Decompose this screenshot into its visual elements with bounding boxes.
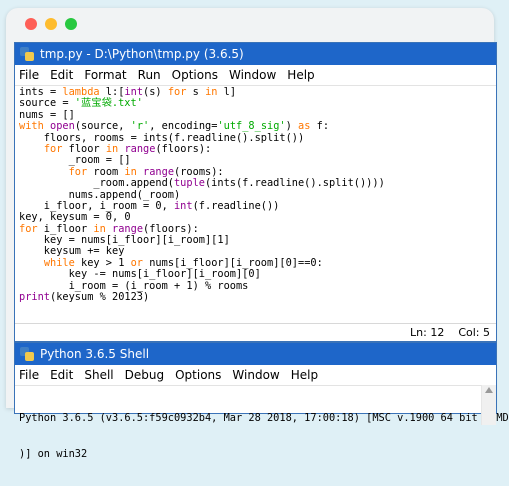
shell-line: Python 3.6.5 (v3.6.5:f59c0932b4, Mar 28 … xyxy=(19,412,509,424)
menu-format[interactable]: Format xyxy=(84,68,126,82)
menu-debug[interactable]: Debug xyxy=(125,368,164,382)
python-idle-icon xyxy=(20,347,34,361)
menu-run[interactable]: Run xyxy=(138,68,161,82)
menu-options[interactable]: Options xyxy=(172,68,218,82)
editor-title: tmp.py - D:\Python\tmp.py (3.6.5) xyxy=(40,47,244,61)
shell-line: )] on win32 xyxy=(19,448,88,460)
code-line: source = '蓝宝袋.txt' xyxy=(19,97,143,110)
code-line: print(keysum % 20123) xyxy=(19,291,150,304)
minimize-traffic-icon[interactable] xyxy=(45,18,57,30)
menu-file[interactable]: File xyxy=(19,368,39,382)
zoom-traffic-icon[interactable] xyxy=(65,18,77,30)
column-number: Col: 5 xyxy=(458,326,490,339)
line-number: Ln: 12 xyxy=(410,326,445,339)
python-idle-icon xyxy=(20,47,34,61)
menu-edit[interactable]: Edit xyxy=(50,68,73,82)
menu-help[interactable]: Help xyxy=(291,368,318,382)
editor-statusbar: Ln: 12 Col: 5 xyxy=(15,323,496,341)
menu-window[interactable]: Window xyxy=(229,68,276,82)
code-editor[interactable]: ints = lambda l:[int(s) for s in l] sourc… xyxy=(15,86,496,322)
editor-menubar: File Edit Format Run Options Window Help xyxy=(15,65,496,86)
shell-window: Python 3.6.5 Shell File Edit Shell Debug… xyxy=(14,342,509,460)
scroll-up-icon[interactable] xyxy=(485,387,493,393)
menu-shell[interactable]: Shell xyxy=(84,368,113,382)
shell-title: Python 3.6.5 Shell xyxy=(40,347,150,361)
menu-file[interactable]: File xyxy=(19,68,39,82)
editor-titlebar: tmp.py - D:\Python\tmp.py (3.6.5) xyxy=(15,43,496,65)
shell-scrollbar[interactable] xyxy=(481,385,496,425)
menu-options[interactable]: Options xyxy=(175,368,221,382)
shell-output[interactable]: Python 3.6.5 (v3.6.5:f59c0932b4, Mar 28 … xyxy=(15,386,509,486)
close-traffic-icon[interactable] xyxy=(25,18,37,30)
editor-window: tmp.py - D:\Python\tmp.py (3.6.5) File E… xyxy=(14,42,497,342)
menu-window[interactable]: Window xyxy=(232,368,279,382)
menu-help[interactable]: Help xyxy=(287,68,314,82)
shell-titlebar: Python 3.6.5 Shell xyxy=(15,343,496,365)
menu-edit[interactable]: Edit xyxy=(50,368,73,382)
shell-menubar: File Edit Shell Debug Options Window Hel… xyxy=(15,365,496,386)
